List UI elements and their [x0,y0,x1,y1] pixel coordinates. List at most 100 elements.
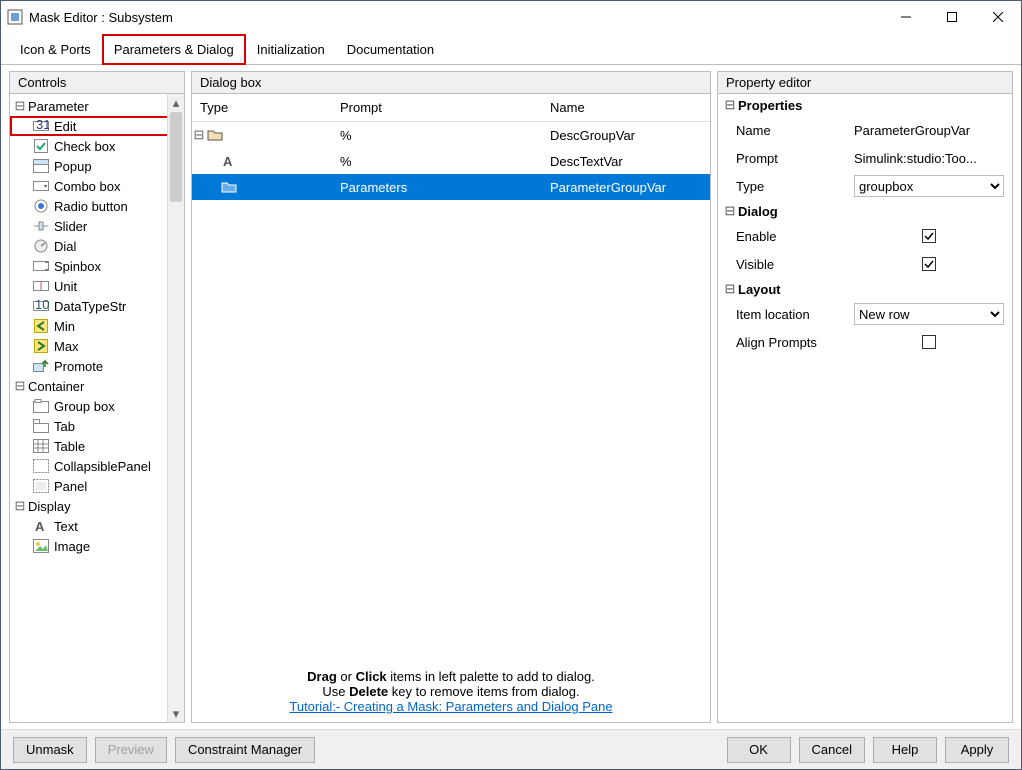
control-group-box[interactable]: Group box [10,396,184,416]
prop-checkbox[interactable] [922,257,936,271]
prop-key: Prompt [736,151,854,166]
tab-icon-ports[interactable]: Icon & Ports [9,33,102,64]
ok-button[interactable]: OK [727,737,791,763]
control-label: Popup [54,159,92,174]
dial-icon [32,238,50,254]
prop-key: Align Prompts [736,335,854,350]
control-label: Promote [54,359,103,374]
constraint-manager-button[interactable]: Constraint Manager [175,737,315,763]
col-prompt[interactable]: Prompt [332,94,542,121]
prop-prompt: PromptSimulink:studio:Too... [718,144,1012,172]
control-spinbox[interactable]: Spinbox [10,256,184,276]
mask-editor-window: Mask Editor : Subsystem Icon & PortsPara… [0,0,1022,770]
controls-group-parameter[interactable]: ⊟Parameter [10,96,184,116]
help-button[interactable]: Help [873,737,937,763]
control-slider[interactable]: Slider [10,216,184,236]
dialog-table: Type Prompt Name ⊟%DescGroupVar A%DescTe… [192,94,710,661]
dialog-row[interactable]: ⊟%DescGroupVar [192,122,710,148]
control-panel[interactable]: Panel [10,476,184,496]
row-prompt: % [332,128,542,143]
svg-text:31: 31 [36,119,49,132]
scroll-down-icon[interactable]: ▾ [168,705,184,722]
prop-item-location: Item locationNew row [718,300,1012,328]
cancel-button[interactable]: Cancel [799,737,865,763]
maximize-button[interactable] [929,1,975,33]
expand-icon[interactable]: ⊟ [192,127,206,143]
control-label: Max [54,339,79,354]
control-collapsiblepanel[interactable]: CollapsiblePanel [10,456,184,476]
unmask-button[interactable]: Unmask [13,737,87,763]
scroll-up-icon[interactable]: ▴ [168,94,184,111]
control-max[interactable]: Max [10,336,184,356]
prop-group-layout[interactable]: ⊟Layout [718,278,1012,300]
col-type[interactable]: Type [192,94,332,121]
control-dial[interactable]: Dial [10,236,184,256]
combo-icon [32,178,50,194]
minimize-button[interactable] [883,1,929,33]
prop-key: Item location [736,307,854,322]
control-popup[interactable]: Popup [10,156,184,176]
control-image[interactable]: Image [10,536,184,556]
controls-group-display[interactable]: ⊟Display [10,496,184,516]
prop-value[interactable]: ParameterGroupVar [854,123,1004,138]
control-table[interactable]: Table [10,436,184,456]
control-tab[interactable]: Tab [10,416,184,436]
collapse-icon: ⊟ [724,203,736,219]
prop-select[interactable]: New row [854,303,1004,325]
dialog-row[interactable]: A%DescTextVar [192,148,710,174]
control-label: Radio button [54,199,128,214]
control-edit[interactable]: 31Edit [10,116,184,136]
prop-group-properties[interactable]: ⊟Properties [718,94,1012,116]
min-icon [32,318,50,334]
control-datatypestr[interactable]: 101DataTypeStr [10,296,184,316]
col-name[interactable]: Name [542,94,710,121]
control-promote[interactable]: Promote [10,356,184,376]
row-name: ParameterGroupVar [542,180,710,195]
tutorial-link[interactable]: Tutorial:- Creating a Mask: Parameters a… [289,699,612,714]
checkbox-icon [32,138,50,154]
control-min[interactable]: Min [10,316,184,336]
expand-icon[interactable] [206,180,220,195]
row-name: DescGroupVar [542,128,710,143]
prop-group-dialog[interactable]: ⊟Dialog [718,200,1012,222]
radio-icon [32,198,50,214]
slider-icon [32,218,50,234]
text-icon: A [32,518,50,534]
prop-visible: Visible [718,250,1012,278]
property-editor-panel: Property editor ⊟PropertiesNameParameter… [717,71,1013,723]
control-label: Group box [54,399,115,414]
tab-initialization[interactable]: Initialization [246,33,336,64]
control-label: Image [54,539,90,554]
controls-scrollbar[interactable]: ▴ ▾ [167,94,184,722]
collapsible-icon [32,458,50,474]
control-text[interactable]: AText [10,516,184,536]
control-radio-button[interactable]: Radio button [10,196,184,216]
prop-checkbox[interactable] [922,229,936,243]
control-label: Tab [54,419,75,434]
prop-type: Typegroupbox [718,172,1012,200]
tab-parameters-dialog[interactable]: Parameters & Dialog [102,34,246,65]
controls-group-container[interactable]: ⊟Container [10,376,184,396]
control-check-box[interactable]: Check box [10,136,184,156]
prop-checkbox[interactable] [922,335,936,349]
prop-select[interactable]: groupbox [854,175,1004,197]
max-icon [32,338,50,354]
prop-value[interactable]: Simulink:studio:Too... [854,151,1004,166]
control-label: Combo box [54,179,120,194]
svg-text:A: A [35,519,45,533]
prop-enable: Enable [718,222,1012,250]
apply-button[interactable]: Apply [945,737,1009,763]
expand-icon[interactable] [206,154,220,169]
control-label: Min [54,319,75,334]
scroll-thumb[interactable] [170,112,182,202]
dialog-row[interactable]: ParametersParameterGroupVar [192,174,710,200]
close-button[interactable] [975,1,1021,33]
control-unit[interactable]: Unit [10,276,184,296]
container-icon [206,127,224,143]
control-combo-box[interactable]: Combo box [10,176,184,196]
preview-button[interactable]: Preview [95,737,167,763]
tab-documentation[interactable]: Documentation [336,33,445,64]
panel-icon [32,478,50,494]
window-title: Mask Editor : Subsystem [29,10,883,25]
unit-icon [32,278,50,294]
